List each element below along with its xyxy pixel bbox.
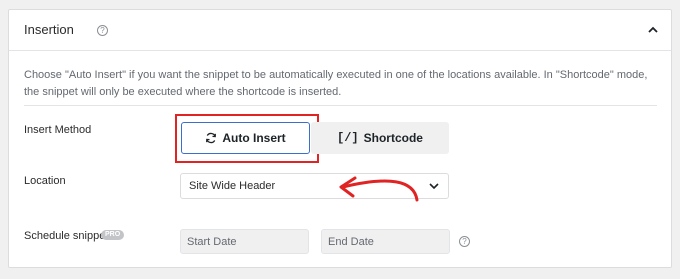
help-icon[interactable]: ? <box>97 25 108 36</box>
start-date-input[interactable] <box>180 229 309 254</box>
location-label: Location <box>24 175 66 187</box>
auto-insert-label: Auto Insert <box>222 131 286 145</box>
end-date-input[interactable] <box>321 229 450 254</box>
chevron-down-icon <box>429 183 439 190</box>
panel-title: Insertion <box>24 22 74 37</box>
schedule-help-icon[interactable]: ? <box>459 236 470 247</box>
location-selected-value: Site Wide Header <box>189 180 276 192</box>
annotation-arrow <box>339 176 419 202</box>
insert-method-label: Insert Method <box>24 124 92 136</box>
auto-insert-button[interactable]: Auto Insert <box>181 122 310 154</box>
insertion-description: Choose "Auto Insert" if you want the sni… <box>24 69 648 98</box>
refresh-icon <box>205 132 217 144</box>
header-divider <box>9 50 671 51</box>
panel-header[interactable]: Insertion ? <box>9 10 671 50</box>
schedule-snippet-label: Schedule snippet <box>24 230 109 242</box>
shortcode-label: Shortcode <box>363 131 423 145</box>
shortcode-button[interactable]: [/] Shortcode <box>311 122 449 154</box>
shortcode-icon: [/] <box>337 131 359 145</box>
insertion-panel: Insertion ? Choose "Auto Insert" if you … <box>8 9 672 268</box>
section-divider <box>24 105 657 106</box>
pro-badge: PRO <box>101 230 125 240</box>
chevron-up-icon[interactable] <box>646 23 660 37</box>
